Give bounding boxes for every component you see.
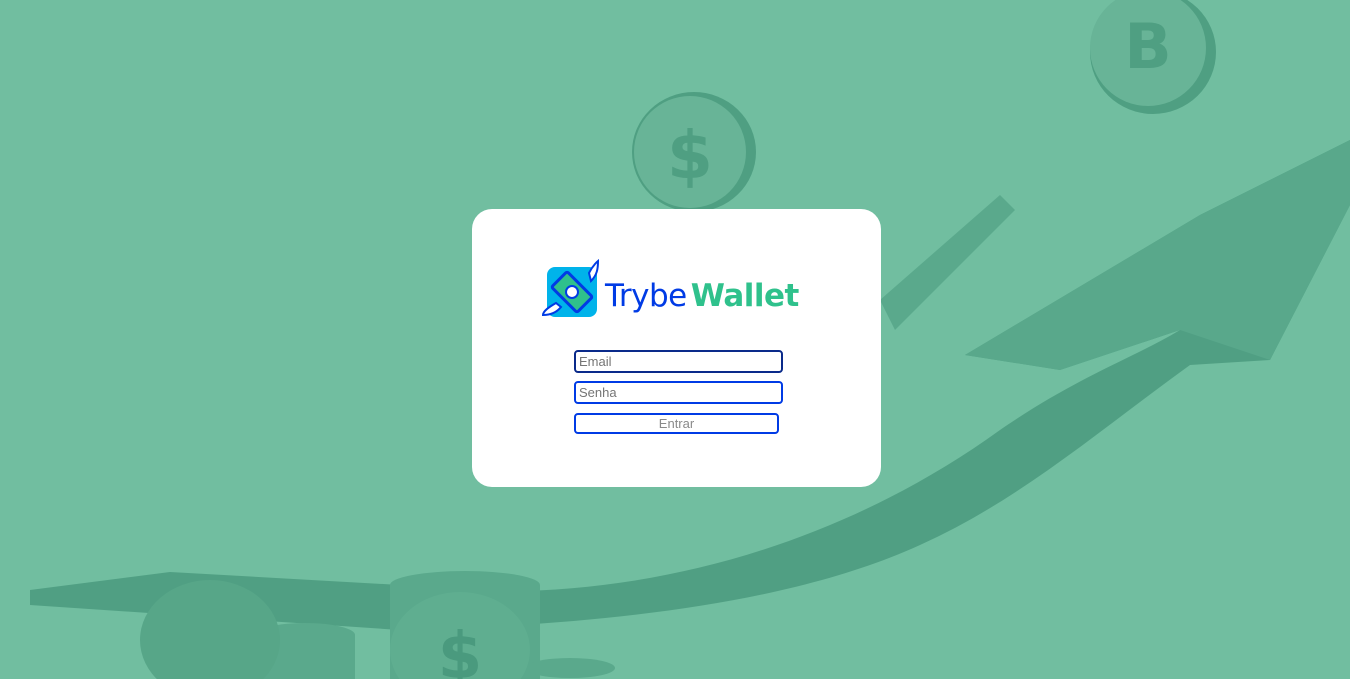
brand-name: Trybe Wallet [605,279,799,313]
email-input[interactable] [574,350,783,373]
brand-name-trybe: Trybe [605,278,687,314]
svg-text:$: $ [667,117,713,194]
login-button[interactable]: Entrar [574,413,779,434]
password-input[interactable] [574,381,783,404]
svg-text:B: B [1124,10,1171,83]
brand-name-wallet: Wallet [690,278,800,314]
svg-text:$: $ [438,620,483,679]
login-card: TrybeWallet Entrar [472,209,881,487]
dollar-coin-icon: $ [632,92,756,212]
